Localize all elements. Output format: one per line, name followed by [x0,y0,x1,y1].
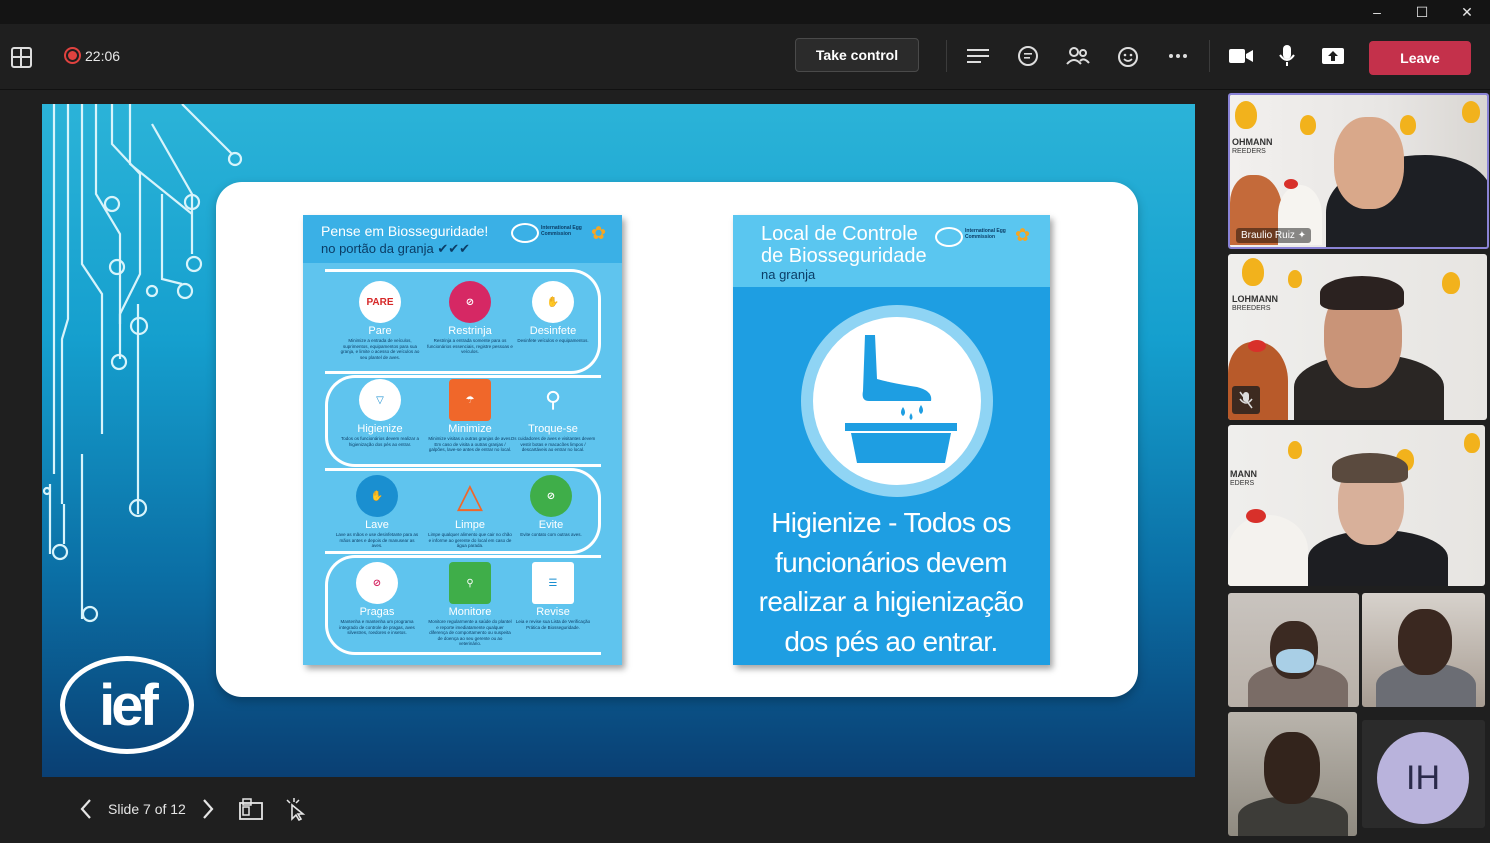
close-button[interactable]: ✕ [1444,0,1490,24]
people-icon[interactable] [1063,41,1093,71]
no-entry-icon: ⊘ [449,281,491,323]
participant-tile[interactable] [1228,712,1357,836]
iec-logo-icon [511,223,539,243]
slide-sorter-icon[interactable] [238,797,264,821]
poster-header: Local de Controle de Biosseguridade na g… [733,215,1050,287]
disinfect-icon: ✋ [532,281,574,323]
leave-button[interactable]: Leave [1369,41,1471,75]
biosecurity-poster-gate: Pense em Biosseguridade! no portão da gr… [303,215,622,665]
previous-slide-icon[interactable] [78,798,94,820]
mic-off-icon [1232,386,1260,414]
avatar: IH [1377,732,1469,824]
grid-icon[interactable] [11,47,32,68]
no-birds-icon: ⊘ [530,475,572,517]
flower-logo-icon: ✿ [1015,225,1031,245]
footbath-icon [801,305,993,497]
presentation-slide: Pense em Biosseguridade! no portão da gr… [42,104,1195,777]
ief-logo: ief [60,656,194,754]
maximize-button[interactable]: ☐ [1399,0,1445,24]
poster-title: Local de Controle de Biosseguridade [761,223,927,267]
meeting-toolbar: 22:06 Take control Leave [0,24,1490,90]
recording-indicator: 22:06 [64,47,120,64]
iec-logo-text: International Egg Commission [965,228,1006,240]
share-icon[interactable] [1318,41,1348,71]
poster-title: Pense em Biosseguridade! [321,223,489,239]
biosecurity-poster-control-point: Local de Controle de Biosseguridade na g… [733,215,1050,665]
reactions-icon[interactable] [1113,41,1143,71]
minimize-button[interactable]: – [1354,0,1400,24]
recording-icon [64,47,81,64]
participant-tile[interactable]: MANN EDERS [1228,425,1485,586]
slide-counter: Slide 7 of 12 [108,801,186,817]
shower-icon: ☂ [449,379,491,421]
checklist-icon: ☰ [532,562,574,604]
footbath-icon: ▽ [359,379,401,421]
take-control-button[interactable]: Take control [795,38,919,72]
poster-item-lave: ✋ Lave Lave as mãos e use desinfetante p… [334,475,420,549]
participant-tile[interactable]: LOHMANN BREEDERS [1228,254,1487,420]
chat-icon[interactable] [1013,41,1043,71]
pin-icon: ✦ [1297,230,1307,241]
chat-list-icon[interactable] [963,41,993,71]
poster-item-revise: ☰ Revise Leia e revise sua Lista de Veri… [510,562,596,630]
toolbar-divider [946,40,947,72]
title-bar: – ☐ ✕ [0,0,1490,24]
shared-content-stage: Pense em Biosseguridade! no portão da gr… [0,91,1226,843]
participant-tile[interactable]: OHMANN REEDERS Braulio Ruiz ✦ [1228,93,1489,249]
handwash-icon: ✋ [356,475,398,517]
poster-item-troque-se: ⚲ Troque-se Os cuidadores de aves e visi… [510,379,596,453]
slide-controls: Slide 7 of 12 [78,797,306,821]
iec-logo-icon [935,227,963,247]
participant-tile[interactable] [1228,593,1359,707]
poster-item-pragas: ⊘ Pragas Mantenha e mantenha um programa… [334,562,420,636]
poster-item-monitore: ⚲ Monitore Monitore regularmente a saúde… [427,562,513,647]
poster-header: Pense em Biosseguridade! no portão da gr… [303,215,622,263]
mic-icon[interactable] [1272,41,1302,71]
no-pests-icon: ⊘ [356,562,398,604]
poster-subtitle: no portão da granja ✔✔✔ [321,241,471,256]
next-slide-icon[interactable] [200,798,216,820]
toolbar-divider [1209,40,1210,72]
participant-name: Braulio Ruiz ✦ [1236,228,1312,243]
poster-item-desinfete: ✋ Desinfete Desinfete veículos e equipam… [510,281,596,344]
poster-subtitle: na granja [761,267,816,282]
magnifier-icon: ⚲ [449,562,491,604]
poster-item-restrinja: ⊘ Restrinja Restrinja a entrada somente … [427,281,513,355]
poster-item-limpe: △ Limpe Limpe qualquer alimento que cair… [428,477,512,548]
poster-item-pare: PARE Pare Minimize a entrada de veículos… [337,281,423,360]
participant-tile[interactable] [1362,593,1485,707]
poster-item-evite: ⊘ Evite Evite contato com outras aves. [508,475,594,538]
take-pointer-icon[interactable] [284,797,306,821]
poster-main-text: Higienize - Todos os funcionários devem … [758,507,1024,657]
flower-logo-icon: ✿ [591,223,607,243]
more-icon[interactable] [1163,41,1193,71]
recording-time: 22:06 [85,47,121,64]
camera-icon[interactable] [1226,41,1256,71]
stop-sign-icon: PARE [359,281,401,323]
warning-triangle-icon: △ [456,477,484,515]
poster-item-higienize: ▽ Higienize Todos os funcionários devem … [337,379,423,447]
coverall-boots-icon: ⚲ [544,387,562,412]
poster-item-minimize: ☂ Minimize Minimize visitas a outras gra… [427,379,513,453]
iec-logo-text: International Egg Commission [541,225,582,237]
